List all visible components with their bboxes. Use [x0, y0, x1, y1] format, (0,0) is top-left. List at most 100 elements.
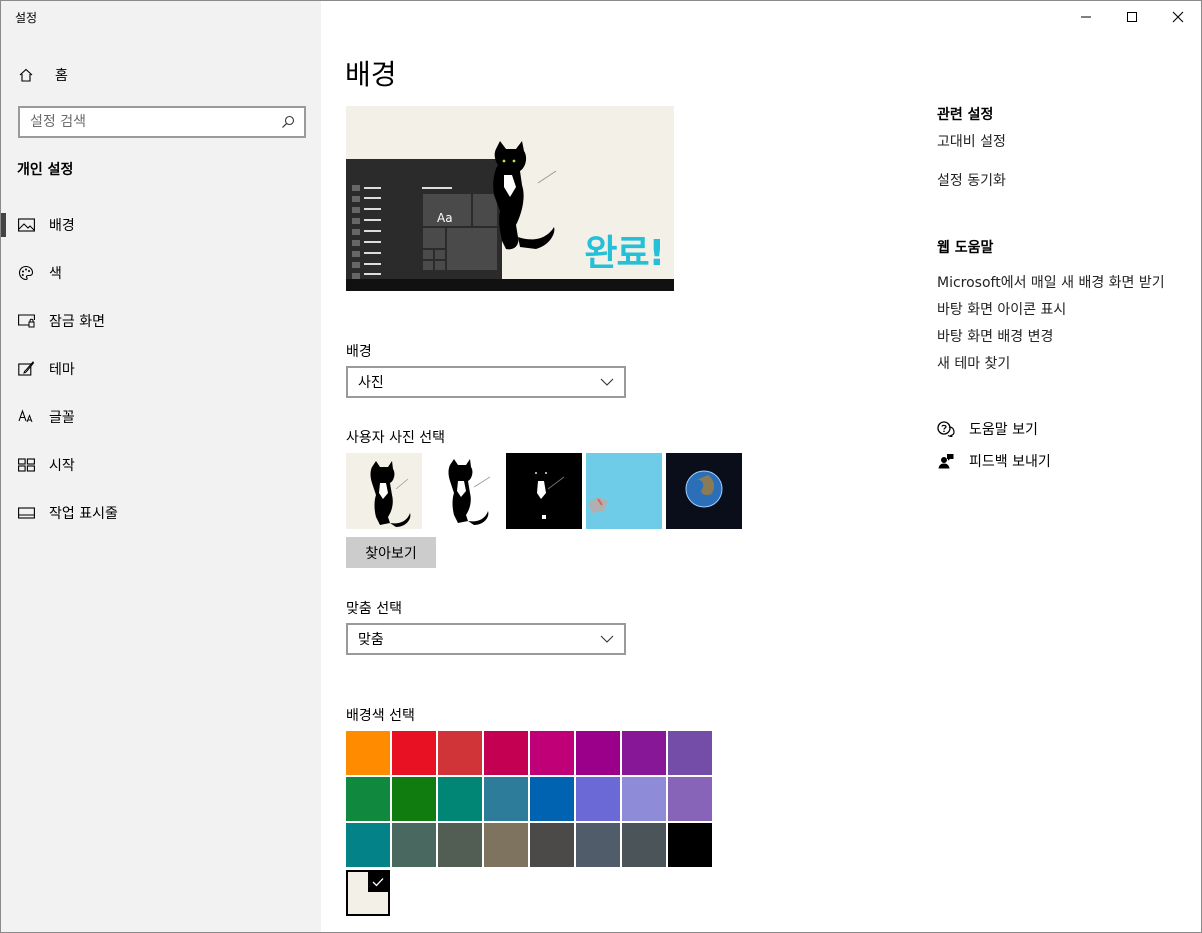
sync-settings-link[interactable]: 설정 동기화	[937, 170, 1006, 190]
cat-illustration	[493, 141, 557, 250]
color-swatch[interactable]	[438, 731, 482, 775]
palette-icon	[17, 264, 35, 282]
minimize-button[interactable]	[1063, 1, 1109, 33]
sidebar-item-lock-screen[interactable]: 잠금 화면	[1, 297, 321, 345]
color-swatch[interactable]	[484, 731, 528, 775]
picture-thumbnail[interactable]	[506, 453, 582, 529]
color-swatch[interactable]	[668, 777, 712, 821]
sidebar-item-label: 글꼴	[49, 410, 75, 426]
color-swatch[interactable]	[438, 823, 482, 867]
taskbar-icon	[17, 504, 35, 522]
custom-color-swatch[interactable]	[346, 870, 390, 916]
picture-icon	[17, 216, 35, 234]
color-swatch[interactable]	[392, 777, 436, 821]
picture-thumbnail[interactable]	[666, 453, 742, 529]
choose-picture-label: 사용자 사진 선택	[346, 430, 446, 446]
home-icon	[17, 66, 35, 84]
fit-select[interactable]: 맞춤	[346, 623, 626, 655]
window-controls	[1063, 1, 1201, 33]
page-title: 배경	[345, 58, 397, 91]
color-swatch[interactable]	[346, 731, 390, 775]
give-feedback-label: 피드백 보내기	[969, 454, 1051, 470]
sidebar-item-background[interactable]: 배경	[1, 201, 321, 249]
minimize-icon	[1080, 8, 1092, 27]
sidebar-item-fonts[interactable]: 글꼴	[1, 393, 321, 441]
color-swatch[interactable]	[346, 777, 390, 821]
sidebar: 설정 홈 개인 설정 배경	[1, 1, 321, 932]
sidebar-item-color[interactable]: 색	[1, 249, 321, 297]
get-help-link[interactable]: 도움말 보기	[937, 419, 1038, 439]
sidebar-item-label: 시작	[49, 458, 75, 474]
color-swatch[interactable]	[346, 823, 390, 867]
start-tiles-icon	[17, 456, 35, 474]
search-input[interactable]	[30, 114, 280, 130]
settings-window: 설정 홈 개인 설정 배경	[0, 0, 1202, 933]
desktop-icons-link[interactable]: 바탕 화면 아이콘 표시	[937, 299, 1066, 319]
sidebar-item-theme[interactable]: 테마	[1, 345, 321, 393]
maximize-icon	[1126, 8, 1138, 27]
color-swatch[interactable]	[576, 731, 620, 775]
close-icon	[1172, 8, 1184, 27]
background-type-value: 사진	[358, 375, 384, 391]
sidebar-item-label: 테마	[49, 362, 75, 378]
home-nav-item[interactable]: 홈	[17, 63, 68, 87]
daily-wallpaper-link[interactable]: Microsoft에서 매일 새 배경 화면 받기	[937, 272, 1165, 292]
home-label: 홈	[55, 68, 68, 84]
color-swatch[interactable]	[622, 823, 666, 867]
search-icon[interactable]	[280, 114, 296, 130]
wallpaper-text: 완료!	[584, 233, 665, 274]
feedback-icon	[937, 452, 955, 470]
picture-thumbnail[interactable]	[346, 453, 422, 529]
chevron-down-icon	[600, 375, 614, 389]
color-swatch[interactable]	[622, 777, 666, 821]
choose-color-label: 배경색 선택	[346, 708, 415, 724]
give-feedback-link[interactable]: 피드백 보내기	[937, 451, 1051, 471]
high-contrast-link[interactable]: 고대비 설정	[937, 131, 1006, 151]
browse-button[interactable]: 찾아보기	[346, 537, 436, 568]
picture-thumbnail[interactable]	[426, 453, 502, 529]
color-swatch[interactable]	[530, 823, 574, 867]
color-swatch[interactable]	[392, 731, 436, 775]
background-type-select[interactable]: 사진	[346, 366, 626, 398]
sidebar-item-label: 배경	[49, 218, 75, 234]
maximize-button[interactable]	[1109, 1, 1155, 33]
sidebar-item-label: 잠금 화면	[49, 314, 105, 330]
main-content: 배경 Aa 완료! 배경 사진 사용자 사진 선택 찾아보기 맞춤 선택 맞춤 …	[321, 1, 881, 932]
color-swatch[interactable]	[576, 777, 620, 821]
sidebar-item-label: 색	[49, 266, 62, 282]
chevron-down-icon	[600, 632, 614, 646]
app-title: 설정	[15, 11, 38, 25]
change-background-link[interactable]: 바탕 화면 배경 변경	[937, 326, 1053, 346]
theme-brush-icon	[17, 360, 35, 378]
color-swatch[interactable]	[530, 731, 574, 775]
color-swatch[interactable]	[668, 823, 712, 867]
color-swatch[interactable]	[484, 823, 528, 867]
color-swatch[interactable]	[530, 777, 574, 821]
color-swatch[interactable]	[392, 823, 436, 867]
settings-search-box[interactable]	[18, 106, 306, 138]
picture-thumbnail[interactable]	[586, 453, 662, 529]
sidebar-item-label: 작업 표시줄	[49, 506, 118, 522]
help-chat-icon	[937, 420, 955, 438]
sidebar-item-taskbar[interactable]: 작업 표시줄	[1, 489, 321, 537]
color-swatch-grid	[346, 731, 714, 869]
find-themes-link[interactable]: 새 테마 찾기	[937, 353, 1010, 373]
preview-taskbar	[346, 279, 674, 291]
color-swatch[interactable]	[576, 823, 620, 867]
lock-screen-icon	[17, 312, 35, 330]
personalization-nav: 배경 색 잠금 화면 테마 글꼴 시작 작업 표시줄	[1, 201, 321, 537]
color-swatch[interactable]	[438, 777, 482, 821]
web-help-heading: 웹 도움말	[937, 240, 994, 256]
get-help-label: 도움말 보기	[969, 422, 1038, 438]
preview-tile-text: Aa	[437, 211, 453, 225]
swatch-row	[346, 731, 714, 775]
background-label: 배경	[346, 344, 372, 360]
close-button[interactable]	[1155, 1, 1201, 33]
color-swatch[interactable]	[668, 731, 712, 775]
desktop-preview: Aa 완료!	[346, 106, 674, 291]
sidebar-item-start[interactable]: 시작	[1, 441, 321, 489]
related-settings-heading: 관련 설정	[937, 107, 994, 123]
choose-fit-label: 맞춤 선택	[346, 601, 402, 617]
color-swatch[interactable]	[622, 731, 666, 775]
color-swatch[interactable]	[484, 777, 528, 821]
